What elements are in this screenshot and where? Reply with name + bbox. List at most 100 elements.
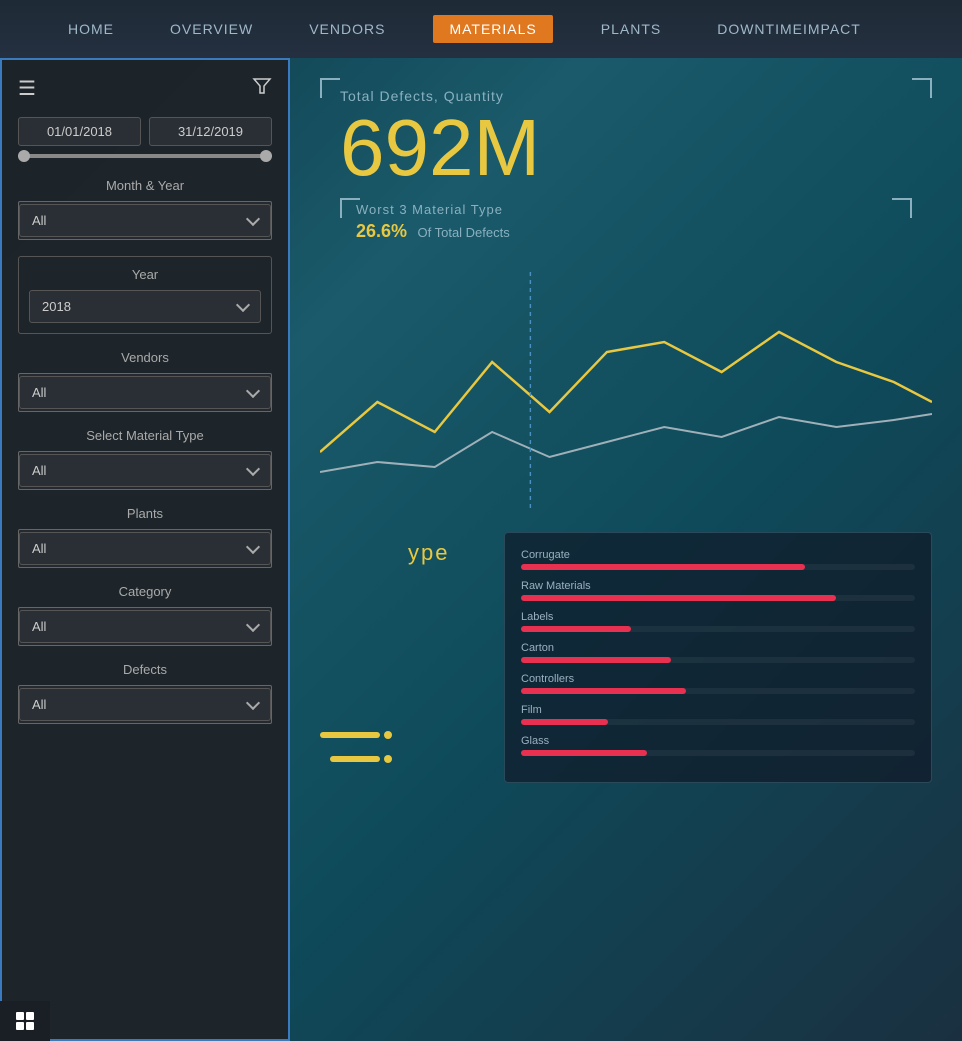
bar-fill <box>521 688 686 694</box>
bar-track <box>521 688 915 694</box>
chevron-down-icon <box>246 212 260 226</box>
slider-thumb-left[interactable] <box>18 150 30 162</box>
worst3-corner-tl <box>340 198 360 218</box>
filter-plants-select[interactable]: All <box>18 529 272 568</box>
bar-track <box>521 564 915 570</box>
nav-downtime[interactable]: DowntimeImpact <box>709 17 869 41</box>
left-bar-1 <box>320 731 392 739</box>
section-title: ype <box>408 540 449 566</box>
filter-material-value[interactable]: All <box>19 454 271 487</box>
left-bar-fill-1 <box>320 732 380 738</box>
nav-materials[interactable]: Materials <box>433 15 552 43</box>
filter-category-text: All <box>32 619 46 634</box>
kpi-section: Total Defects, Quantity 692M Worst 3 Mat… <box>320 78 932 262</box>
date-end[interactable]: 31/12/2019 <box>149 117 272 146</box>
filter-material-type: Select Material Type All <box>18 428 272 490</box>
plants-chevron-icon <box>246 540 260 554</box>
top-navigation: Home Overview Vendors Materials Plants D… <box>0 0 962 58</box>
nav-home[interactable]: Home <box>60 17 122 41</box>
filter-month-year-label: Month & Year <box>18 178 272 193</box>
bar-label: Raw Materials <box>521 580 915 592</box>
win-pane-3 <box>16 1022 24 1030</box>
nav-plants[interactable]: Plants <box>593 17 669 41</box>
left-bar-fill-2 <box>330 756 380 762</box>
worst3-row: 26.6% Of Total Defects <box>356 221 896 242</box>
list-item: Corrugate <box>521 549 915 570</box>
filter-defects-text: All <box>32 697 46 712</box>
main-content: Total Defects, Quantity 692M Worst 3 Mat… <box>290 58 962 1041</box>
filter-month-year-text: All <box>32 213 46 228</box>
bar-track <box>521 750 915 756</box>
list-item: Glass <box>521 735 915 756</box>
corner-tr <box>912 78 932 98</box>
bar-chart-rows: Corrugate Raw Materials Labels Carton Co… <box>521 549 915 756</box>
slider-fill <box>18 154 272 158</box>
worst3-section: Worst 3 Material Type 26.6% Of Total Def… <box>340 198 912 252</box>
filter-material-select[interactable]: All <box>18 451 272 490</box>
filter-month-year-select[interactable]: All <box>18 201 272 240</box>
kpi-title: Total Defects, Quantity <box>340 88 912 104</box>
filter-vendors-value[interactable]: All <box>19 376 271 409</box>
list-item: Labels <box>521 611 915 632</box>
bar-chart-container: Corrugate Raw Materials Labels Carton Co… <box>504 532 932 783</box>
filter-material-label: Select Material Type <box>18 428 272 443</box>
win-pane-4 <box>26 1022 34 1030</box>
sidebar-header: ☰ <box>18 76 272 101</box>
section-title-area: ype <box>408 532 488 783</box>
filter-category-select[interactable]: All <box>18 607 272 646</box>
worst3-value: 26.6% <box>356 221 407 241</box>
slider-thumb-right[interactable] <box>260 150 272 162</box>
bar-label: Carton <box>521 642 915 654</box>
list-item: Raw Materials <box>521 580 915 601</box>
filter-year-section: Year 2018 <box>18 256 272 334</box>
bar-fill <box>521 719 608 725</box>
filter-category: Category All <box>18 584 272 646</box>
material-chevron-icon <box>246 462 260 476</box>
filter-defects-label: Defects <box>18 662 272 677</box>
hamburger-icon[interactable]: ☰ <box>18 76 36 101</box>
kpi-value: 692M <box>340 108 912 188</box>
filter-defects: Defects All <box>18 662 272 724</box>
bar-track <box>521 595 915 601</box>
nav-overview[interactable]: Overview <box>162 17 261 41</box>
filter-plants-text: All <box>32 541 46 556</box>
filter-vendors-select[interactable]: All <box>18 373 272 412</box>
filter-plants: Plants All <box>18 506 272 568</box>
date-range-slider[interactable] <box>18 154 272 158</box>
filter-plants-value[interactable]: All <box>19 532 271 565</box>
list-item: Film <box>521 704 915 725</box>
filter-month-year-value[interactable]: All <box>19 204 271 237</box>
win-pane-2 <box>26 1012 34 1020</box>
win-pane-1 <box>16 1012 24 1020</box>
list-item: Controllers <box>521 673 915 694</box>
worst3-suffix: Of Total Defects <box>418 225 510 240</box>
filter-category-value[interactable]: All <box>19 610 271 643</box>
line-chart <box>320 272 932 512</box>
bar-label: Labels <box>521 611 915 623</box>
filter-vendors-label: Vendors <box>18 350 272 365</box>
filter-material-text: All <box>32 463 46 478</box>
filter-defects-value[interactable]: All <box>19 688 271 721</box>
bar-track <box>521 719 915 725</box>
left-bar-dot-2 <box>384 755 392 763</box>
defects-chevron-icon <box>246 696 260 710</box>
filter-year-label: Year <box>29 267 261 282</box>
date-range-row: 01/01/2018 31/12/2019 <box>18 117 272 146</box>
bar-fill <box>521 750 647 756</box>
filter-category-label: Category <box>18 584 272 599</box>
filter-icon[interactable] <box>252 76 272 101</box>
bar-label: Corrugate <box>521 549 915 561</box>
bar-fill <box>521 595 836 601</box>
bar-label: Film <box>521 704 915 716</box>
filter-year-text: 2018 <box>42 299 71 314</box>
windows-start-button[interactable] <box>0 1001 50 1041</box>
filter-year-select[interactable]: 2018 <box>29 290 261 323</box>
bar-track <box>521 626 915 632</box>
date-start[interactable]: 01/01/2018 <box>18 117 141 146</box>
filter-vendors: Vendors All <box>18 350 272 412</box>
category-chevron-icon <box>246 618 260 632</box>
nav-vendors[interactable]: Vendors <box>301 17 393 41</box>
bar-fill <box>521 626 631 632</box>
filter-defects-select[interactable]: All <box>18 685 272 724</box>
vendors-chevron-icon <box>246 384 260 398</box>
